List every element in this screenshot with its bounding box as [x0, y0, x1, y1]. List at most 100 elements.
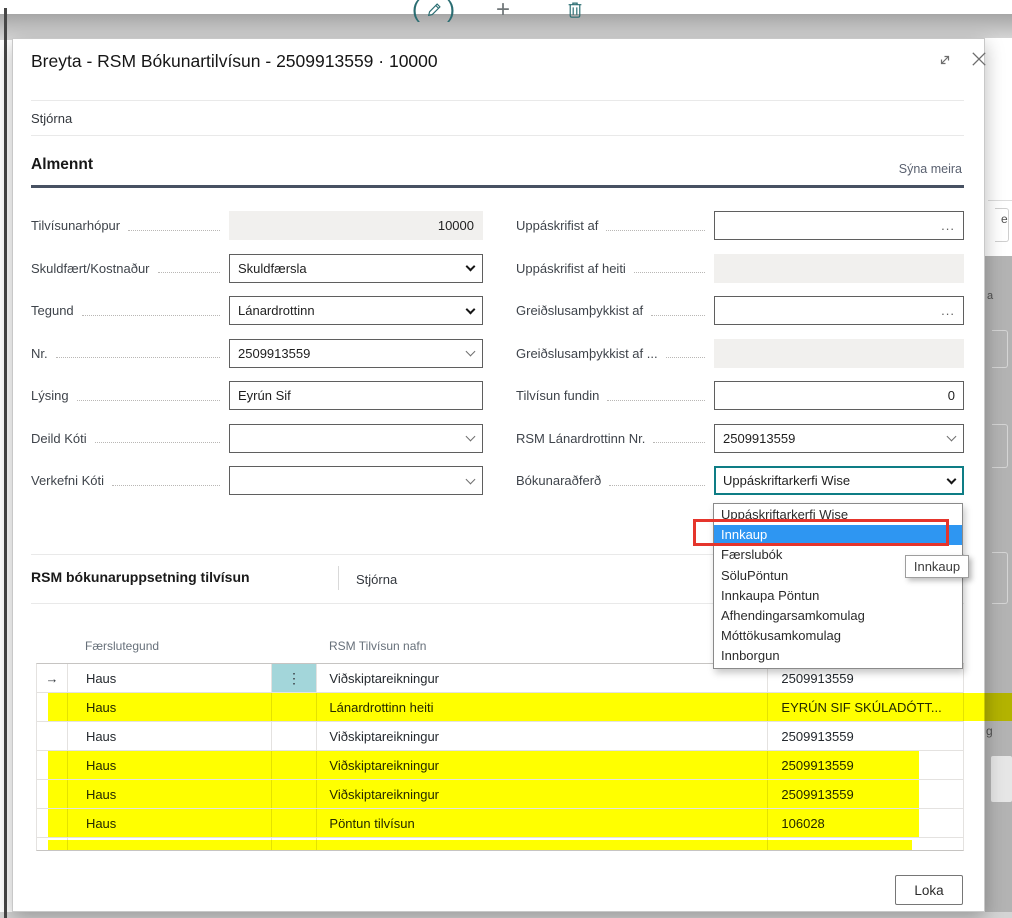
field-label: Uppáskrifist af [516, 218, 598, 233]
field-row: Tegund Lánardrottinn [31, 296, 483, 325]
rsm-lanardrottinn-nr-lookup[interactable]: 2509913559 [714, 424, 964, 453]
field-value: Uppáskriftarkerfi Wise [723, 473, 850, 488]
cell-rsm-tilvisun-nafn[interactable]: Lánardrottinn heiti [317, 693, 768, 721]
close-dialog-icon[interactable] [970, 50, 988, 68]
table-row[interactable]: Haus Viðskiptareikningur2509913559 [37, 780, 963, 809]
assist-edit-icon[interactable]: ... [941, 218, 955, 233]
field-row: LýsingEyrún Sif [31, 381, 483, 410]
grid-body: →Haus⋮Viðskiptareikningur2509913559HausL… [36, 663, 964, 851]
deild-koti-lookup[interactable] [229, 424, 483, 453]
tilvisun-fundin-input[interactable]: 0 [714, 381, 964, 410]
field-label: Tilvísunarhópur [31, 218, 120, 233]
nr-lookup[interactable]: 2509913559 [229, 339, 483, 368]
add-plus-icon[interactable]: + [496, 0, 510, 24]
uppaskrifist-af-field[interactable]: ... [714, 211, 964, 240]
dotted-leader [653, 433, 705, 443]
bokunaradferd-dropdown: Uppáskriftarkerfi WiseInnkaupFærslubókSö… [713, 503, 963, 669]
divider [31, 135, 964, 136]
dotted-leader [666, 348, 705, 358]
field-row: Nr.2509913559 [31, 339, 483, 368]
tegund-select[interactable]: Lánardrottinn [229, 296, 483, 325]
dropdown-option[interactable]: Innborgun [714, 646, 962, 666]
dropdown-option[interactable]: Móttökusamkomulag [714, 626, 962, 646]
close-button[interactable]: Loka [895, 875, 963, 905]
cell-value [768, 838, 963, 850]
row-selector[interactable] [37, 722, 68, 750]
subpage-menu-stjorna[interactable]: Stjórna [356, 572, 397, 587]
row-selector[interactable] [37, 809, 68, 837]
field-label: Greiðslusamþykkist af ... [516, 346, 658, 361]
uppaskrifist-af-heiti-field [714, 254, 964, 283]
field-value: 2509913559 [723, 431, 795, 446]
cell-rsm-tilvisun-nafn[interactable]: Viðskiptareikningur [317, 751, 768, 779]
table-row[interactable]: Haus Lánardrottinn heitiEYRÚN SIF SKÚLADÓ… [37, 693, 963, 722]
row-menu-cell[interactable]: ⋮ [272, 664, 318, 692]
subpage-title: RSM bókunaruppsetning tilvísun [31, 569, 250, 585]
dotted-leader [77, 391, 220, 401]
table-row[interactable]: Haus Viðskiptareikningur2509913559 [37, 722, 963, 751]
dropdown-option[interactable]: Innkaupa Pöntun [714, 586, 962, 606]
row-menu-cell[interactable] [272, 809, 318, 837]
row-selector[interactable] [37, 780, 68, 808]
assist-edit-icon[interactable]: ... [941, 303, 955, 318]
dotted-leader [609, 476, 705, 486]
dotted-leader [128, 221, 220, 231]
dotted-leader [56, 348, 220, 358]
verkefni-koti-lookup[interactable] [229, 466, 483, 495]
row-selector[interactable]: → [37, 664, 68, 692]
cell-ferslutegund[interactable]: Haus [68, 751, 272, 779]
cell-ferslutegund[interactable]: Haus [68, 664, 272, 692]
column-header-rsm-tilvisun-nafn[interactable]: RSM Tilvísun nafn [329, 639, 426, 653]
show-more-link[interactable]: Sýna meira [899, 162, 962, 176]
row-menu-cell[interactable] [272, 780, 318, 808]
lysing-input[interactable]: Eyrún Sif [229, 381, 483, 410]
skuldfaert-kostnadur-select[interactable]: Skuldfærsla [229, 254, 483, 283]
cell-rsm-tilvisun-nafn[interactable]: Viðskiptareikningur [317, 722, 768, 750]
table-row[interactable]: Haus Pöntun tilvísun106028 [37, 809, 963, 838]
row-menu-icon[interactable]: ⋮ [287, 670, 301, 687]
cell-rsm-tilvisun-nafn[interactable]: Viðskiptareikningur [317, 664, 768, 692]
cell-value[interactable]: 2509913559 [768, 722, 963, 750]
column-header-ferslutegund[interactable]: Færslutegund [85, 639, 159, 653]
chevron-down-icon [466, 474, 476, 484]
dialog-menu-stjorna[interactable]: Stjórna [31, 111, 72, 126]
row-menu-cell[interactable] [272, 693, 318, 721]
row-menu-cell[interactable] [272, 722, 318, 750]
cell-ferslutegund[interactable]: Haus [68, 722, 272, 750]
cell-value[interactable]: 2509913559 [768, 751, 963, 779]
field-label: Skuldfært/Kostnaður [31, 261, 150, 276]
field-label: Tegund [31, 303, 74, 318]
dotted-leader [606, 221, 705, 231]
row-menu-cell[interactable] [272, 751, 318, 779]
cell-rsm-tilvisun-nafn [317, 838, 768, 850]
greidslusamthykkist-af-field[interactable]: ... [714, 296, 964, 325]
dropdown-option[interactable]: Uppáskriftarkerfi Wise [714, 505, 962, 525]
cell-ferslutegund[interactable]: Haus [68, 809, 272, 837]
field-value: 10000 [438, 218, 474, 233]
section-title-almennt: Almennt [31, 156, 93, 174]
chevron-down-icon [466, 347, 476, 357]
chevron-down-icon [466, 432, 476, 442]
cell-value[interactable]: EYRÚN SIF SKÚLADÓTT... [768, 693, 963, 721]
field-value: 2509913559 [238, 346, 310, 361]
cell-rsm-tilvisun-nafn[interactable]: Viðskiptareikningur [317, 780, 768, 808]
dropdown-option[interactable]: Afhendingarsamkomulag [714, 606, 962, 626]
edit-pencil-icon[interactable] [427, 2, 442, 17]
table-row[interactable]: Haus Viðskiptareikningur2509913559 [37, 751, 963, 780]
cell-value[interactable]: 106028 [768, 809, 963, 837]
bokunaradferd-select[interactable]: Uppáskriftarkerfi Wise [714, 466, 964, 495]
row-selector[interactable] [37, 751, 68, 779]
dialog-title: Breyta - RSM Bókunartilvísun - 250991355… [31, 51, 438, 72]
field-label: Deild Kóti [31, 431, 87, 446]
dropdown-option[interactable]: Innkaup [714, 525, 962, 545]
active-row-arrow-icon: → [45, 671, 58, 686]
field-value: 0 [948, 388, 955, 403]
cell-ferslutegund[interactable]: Haus [68, 693, 272, 721]
row-selector[interactable] [37, 693, 68, 721]
dotted-leader [158, 263, 220, 273]
expand-dialog-icon[interactable] [937, 52, 953, 68]
cell-value[interactable]: 2509913559 [768, 780, 963, 808]
delete-trash-icon[interactable] [567, 1, 583, 18]
cell-rsm-tilvisun-nafn[interactable]: Pöntun tilvísun [317, 809, 768, 837]
cell-ferslutegund[interactable]: Haus [68, 780, 272, 808]
